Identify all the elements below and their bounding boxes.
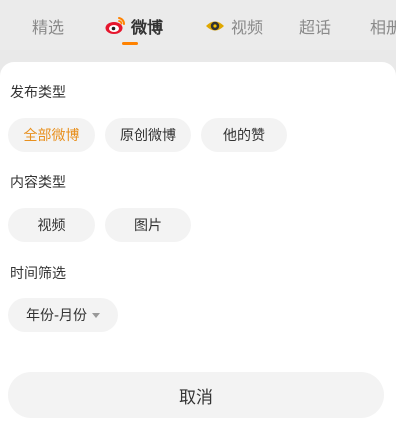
- tab-label: 微博: [131, 18, 164, 37]
- content-type-title: 内容类型: [10, 175, 66, 191]
- dropdown-label: 年份-月份: [25, 308, 88, 324]
- tab-label: 视频: [231, 18, 264, 37]
- caret-down-icon: [92, 313, 101, 318]
- tab-weibo[interactable]: 微博: [104, 14, 164, 45]
- tab-video[interactable]: 视频: [204, 14, 263, 38]
- cancel-button[interactable]: 取消: [8, 372, 384, 418]
- tab-featured[interactable]: 精选: [32, 14, 64, 38]
- publish-type-title: 发布类型: [10, 85, 66, 101]
- active-tab-indicator: [122, 42, 138, 45]
- weibo-icon: [104, 15, 126, 37]
- video-eye-icon: [204, 15, 226, 37]
- tab-label: 超话: [299, 18, 332, 37]
- chip-original-weibo[interactable]: 原创微博: [105, 118, 191, 152]
- chip-picture[interactable]: 图片: [105, 208, 191, 242]
- year-month-dropdown[interactable]: 年份-月份: [8, 298, 118, 332]
- chip-all-weibo[interactable]: 全部微博: [8, 118, 95, 152]
- tab-album[interactable]: 相册: [370, 14, 396, 38]
- filter-bottom-sheet: [0, 62, 396, 424]
- top-tab-bar: 精选 微博 视频 超话 相册: [0, 0, 396, 50]
- chip-video[interactable]: 视频: [8, 208, 95, 242]
- tab-label: 精选: [32, 18, 65, 37]
- chip-his-likes[interactable]: 他的赞: [201, 118, 287, 152]
- time-filter-title: 时间筛选: [10, 266, 66, 282]
- tab-super-topic[interactable]: 超话: [299, 14, 331, 38]
- cancel-label: 取消: [179, 387, 213, 408]
- tab-label: 相册: [370, 18, 396, 37]
